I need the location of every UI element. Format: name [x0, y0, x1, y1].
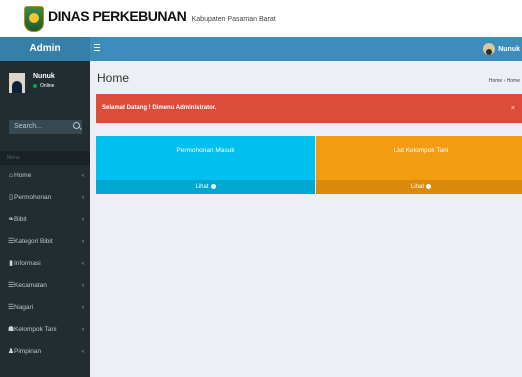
sidebar-item-label: Informasi [14, 260, 41, 267]
sidebar-item-label: Permohonan [14, 194, 52, 201]
sidebar-item-label: Kelompok Tani [14, 326, 57, 333]
chevron-left-icon: ‹ [82, 239, 84, 245]
brand-name: DINAS PERKEBUNAN [48, 8, 187, 24]
sidebar-item-kecamatan[interactable]: ☰ Kecamatan ‹ [0, 275, 90, 297]
user-menu-name: Nunuk [498, 45, 520, 53]
user-status: Online [33, 83, 54, 89]
online-dot-icon [33, 83, 37, 88]
sidebar-item-kelompok-tani[interactable]: ☗ Kelompok Tani ‹ [0, 319, 90, 341]
sidebar-item-label: Home [14, 172, 32, 179]
search-input[interactable]: Search... [9, 120, 82, 134]
sidebar-item-permohonan[interactable]: ▯ Permohonan ‹ [0, 187, 90, 209]
close-icon[interactable]: × [511, 94, 515, 123]
content-area: Home Home › Home Selamat Datang ! Dimenu… [90, 61, 522, 377]
sidebar-item-label: Kecamatan [14, 282, 47, 289]
user-name: Nunuk [33, 73, 55, 80]
admin-logo[interactable]: Admin [0, 37, 90, 61]
sidebar-item-label: Bibit [14, 216, 27, 223]
lihat-link[interactable]: Lihat [96, 180, 315, 194]
chevron-left-icon: ‹ [82, 283, 84, 289]
chevron-left-icon: ‹ [82, 261, 84, 267]
chevron-left-icon: ‹ [82, 305, 84, 311]
box-label: List Kelompok Tani [316, 136, 522, 180]
logo-emblem-icon [24, 6, 44, 32]
chevron-left-icon: ‹ [82, 173, 84, 179]
main-header: Admin Nunuk [0, 37, 522, 61]
sidebar-item-pimpinan[interactable]: ♟ Pimpinan ‹ [0, 341, 90, 363]
box-label: Permohonan Masuk [96, 136, 315, 180]
breadcrumb-item: Home [506, 78, 520, 84]
lihat-link[interactable]: Lihat [316, 180, 522, 194]
permohonan-masuk-box: Permohonan Masuk Lihat [96, 136, 315, 194]
box-footer-label: Lihat [195, 184, 209, 190]
arrow-circle-right-icon [426, 183, 431, 189]
chevron-left-icon: ‹ [82, 195, 84, 201]
avatar [483, 43, 496, 55]
sidebar-item-label: Kategori Bibit [14, 238, 53, 245]
alert-text: Selamat Datang ! Dimenu Administrator. [102, 105, 217, 111]
sidebar-item-bibit[interactable]: ❧ Bibit ‹ [0, 209, 90, 231]
sidebar-item-label: Nagari [14, 304, 34, 311]
sidebar-item-nagari[interactable]: ☰ Nagari ‹ [0, 297, 90, 319]
top-banner: DINAS PERKEBUNAN Kabupaten Pasaman Barat [0, 0, 522, 38]
sidebar-item-informasi[interactable]: ▮ Informasi ‹ [0, 253, 90, 275]
chevron-left-icon: ‹ [82, 327, 84, 333]
breadcrumb: Home › Home [489, 78, 520, 84]
box-footer-label: Lihat [410, 184, 424, 190]
avatar [9, 73, 25, 93]
welcome-alert: Selamat Datang ! Dimenu Administrator. × [96, 94, 522, 123]
list-kelompok-tani-box: List Kelompok Tani Lihat [316, 136, 522, 194]
sidebar-item-home[interactable]: ⌂ Home ‹ [0, 165, 90, 187]
breadcrumb-item[interactable]: Home [489, 78, 502, 84]
search-icon[interactable] [73, 122, 80, 129]
brand-subtitle: Kabupaten Pasaman Barat [191, 16, 276, 23]
sidebar-item-label: Pimpinan [14, 348, 42, 355]
sidebar-toggle-icon[interactable] [94, 44, 100, 53]
sidebar: Nunuk Online Search... Menu ⌂ Home ‹ ▯ P… [0, 61, 90, 377]
arrow-circle-right-icon [210, 183, 216, 189]
user-menu[interactable]: Nunuk [483, 42, 520, 56]
chevron-left-icon: ‹ [82, 217, 84, 223]
user-status-text: Online [40, 83, 55, 89]
user-panel: Nunuk Online [0, 61, 90, 105]
chevron-left-icon: ‹ [82, 349, 84, 355]
page-title: Home [97, 71, 130, 85]
brand-title: DINAS PERKEBUNAN Kabupaten Pasaman Barat [48, 8, 276, 24]
menu-header: Menu [0, 151, 90, 165]
sidebar-item-kategori-bibit[interactable]: ☰ Kategori Bibit ‹ [0, 231, 90, 253]
